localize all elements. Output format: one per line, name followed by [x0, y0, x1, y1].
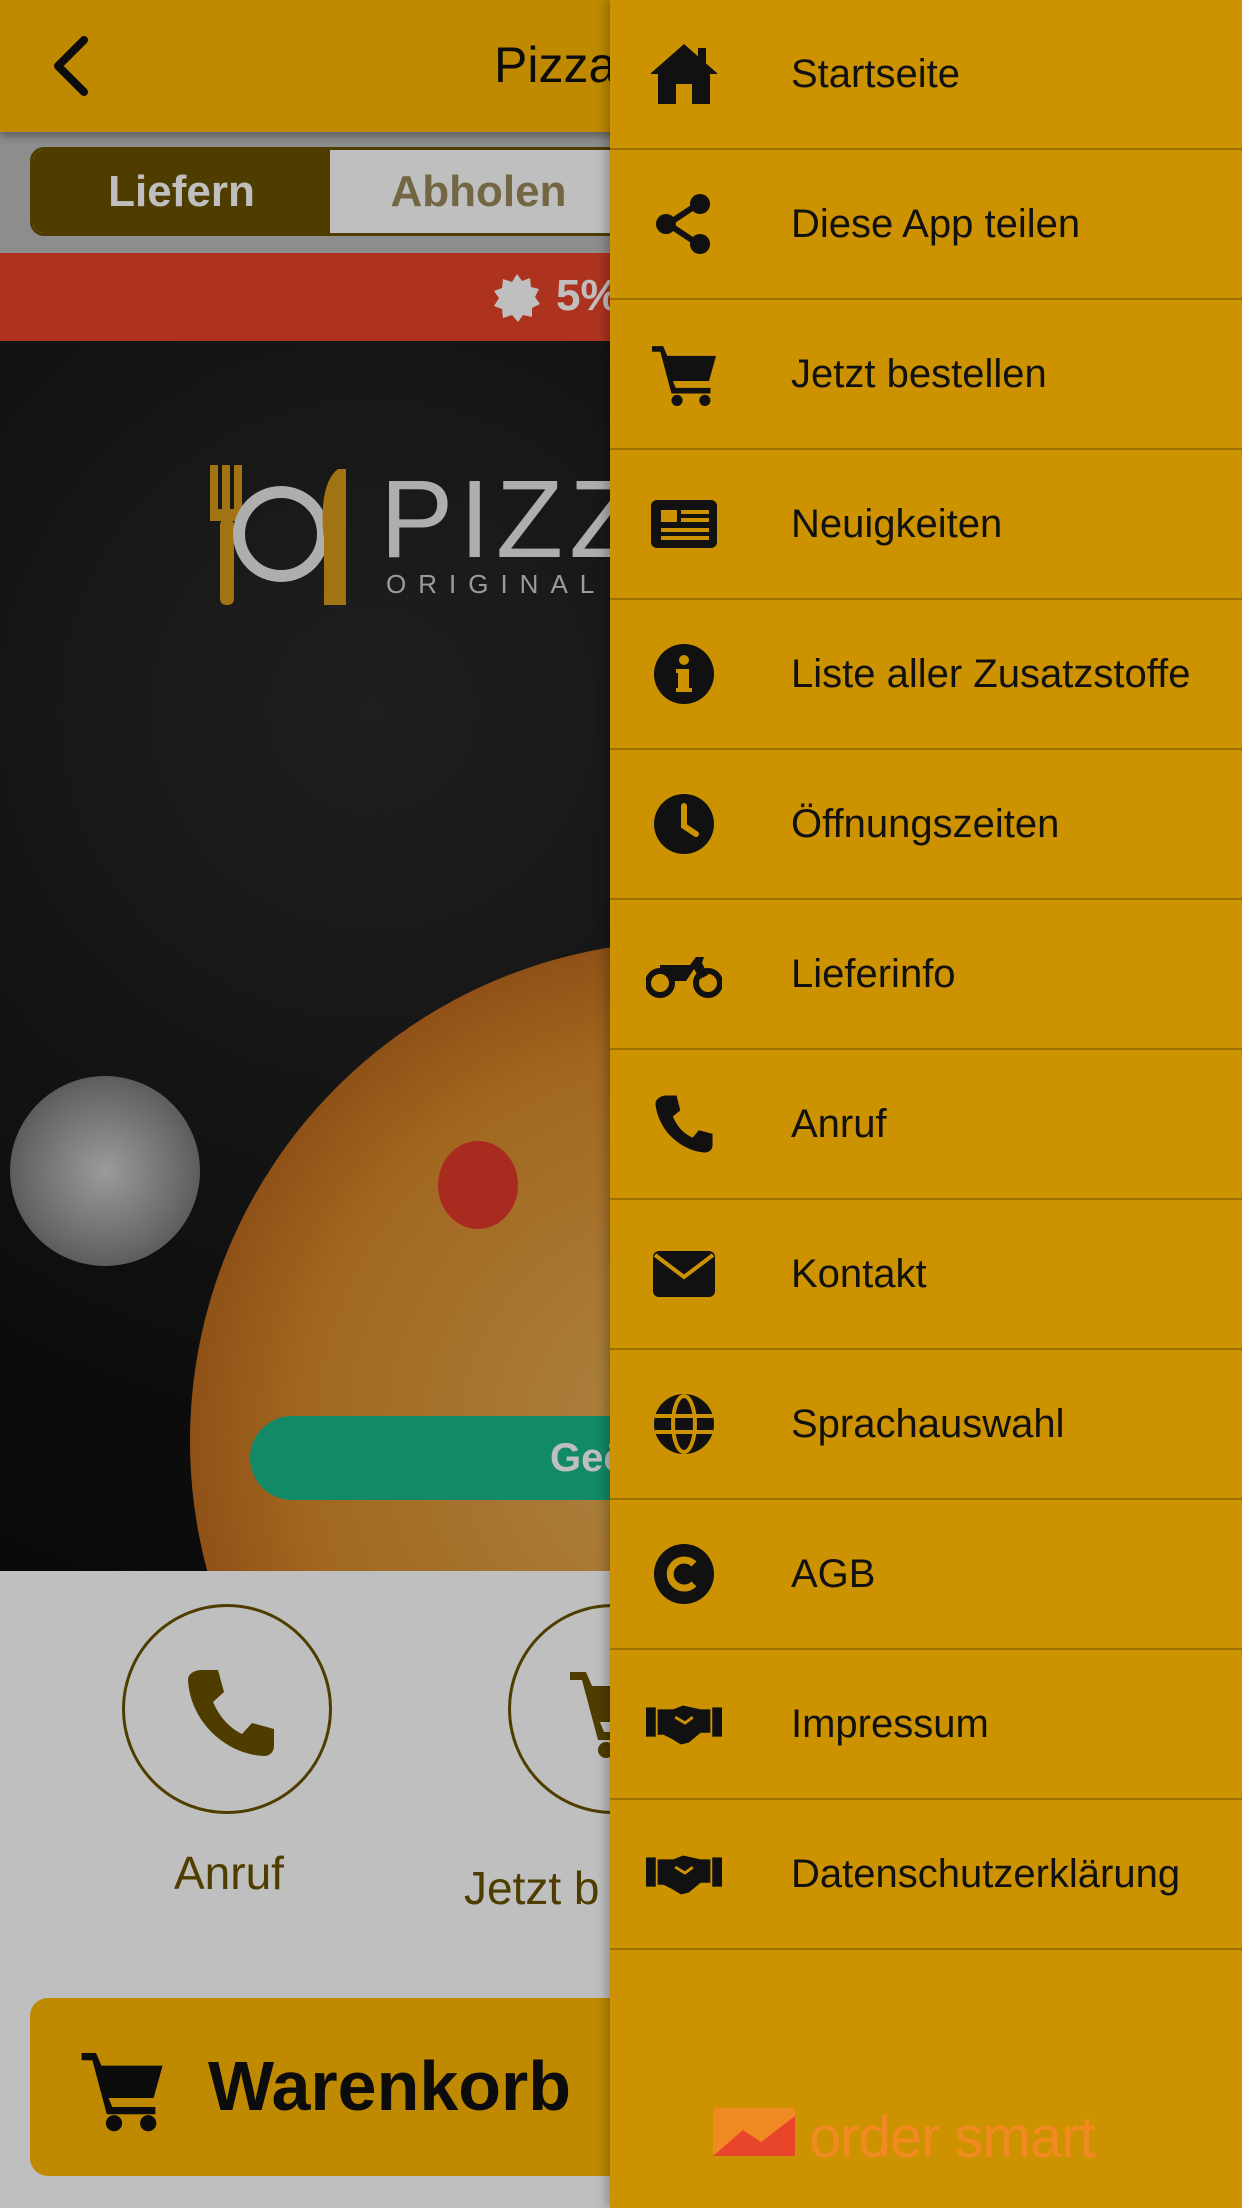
brand-logo: order smart	[713, 2104, 1133, 2170]
menu-item-call[interactable]: Anruf	[610, 1050, 1242, 1200]
menu-item-share[interactable]: Diese App teilen	[610, 150, 1242, 300]
menu-item-order[interactable]: Jetzt bestellen	[610, 300, 1242, 450]
menu-label: Sprachauswahl	[791, 1401, 1065, 1446]
share-icon	[646, 186, 722, 262]
menu-label: Jetzt bestellen	[791, 351, 1047, 396]
menu-item-opening-hours[interactable]: Öffnungszeiten	[610, 750, 1242, 900]
newspaper-icon	[646, 486, 722, 562]
brand-text: order smart	[809, 2105, 1096, 2170]
copyright-icon	[646, 1536, 722, 1612]
home-icon	[646, 36, 722, 112]
menu-label: Datenschutzerklärung	[791, 1851, 1181, 1896]
menu-label: Diese App teilen	[791, 201, 1081, 246]
menu-label: Liste aller Zusatzstoffe	[791, 651, 1191, 696]
menu-item-privacy[interactable]: Datenschutzerklärung	[610, 1800, 1242, 1950]
menu-item-terms[interactable]: AGB	[610, 1500, 1242, 1650]
handshake-icon	[646, 1686, 722, 1762]
menu-label: AGB	[791, 1551, 876, 1596]
phone-icon	[646, 1086, 722, 1162]
clock-icon	[646, 786, 722, 862]
menu-item-contact[interactable]: Kontakt	[610, 1200, 1242, 1350]
menu-label: Impressum	[791, 1701, 989, 1746]
menu-item-language[interactable]: Sprachauswahl	[610, 1350, 1242, 1500]
order-smart-logo-icon	[713, 2108, 795, 2156]
menu-label: Öffnungszeiten	[791, 801, 1060, 846]
handshake-icon	[646, 1836, 722, 1912]
menu-label: Neuigkeiten	[791, 501, 1003, 546]
menu-item-imprint[interactable]: Impressum	[610, 1650, 1242, 1800]
menu-label: Startseite	[791, 51, 960, 96]
menu-label: Anruf	[791, 1101, 887, 1146]
menu-item-additives[interactable]: Liste aller Zusatzstoffe	[610, 600, 1242, 750]
menu-item-startseite[interactable]: Startseite	[610, 0, 1242, 150]
menu-item-delivery-info[interactable]: Lieferinfo	[610, 900, 1242, 1050]
globe-icon	[646, 1386, 722, 1462]
info-icon	[646, 636, 722, 712]
menu-label: Kontakt	[791, 1251, 927, 1296]
menu-item-news[interactable]: Neuigkeiten	[610, 450, 1242, 600]
navigation-drawer: Startseite Diese App teilen Jetzt bestel…	[610, 0, 1242, 2208]
cart-icon	[646, 336, 722, 412]
motorcycle-icon	[646, 936, 722, 1012]
envelope-icon	[646, 1236, 722, 1312]
menu-label: Lieferinfo	[791, 951, 956, 996]
